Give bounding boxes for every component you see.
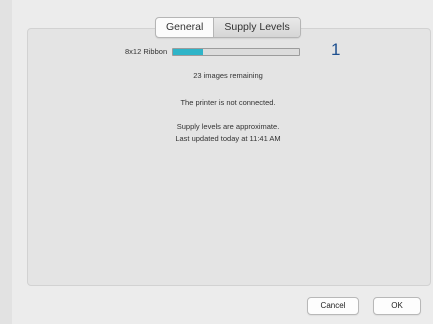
supply-item-row: 8x12 Ribbon [125,47,301,56]
supply-level-bar [172,47,301,56]
cancel-button[interactable]: Cancel [307,297,359,315]
tab-general[interactable]: General [156,18,213,37]
window-edge [0,0,12,324]
tab-supply-levels[interactable]: Supply Levels [213,18,300,37]
callout-number: 1 [331,40,341,59]
connection-status-text: The printer is not connected. [180,98,276,107]
ok-button[interactable]: OK [373,297,421,315]
approximate-note-text: Supply levels are approximate. [176,122,280,131]
images-remaining-text: 23 images remaining [193,71,263,80]
supply-level-fill [173,48,204,55]
printer-supply-levels-window: General Supply Levels 8x12 Ribbon 1 23 i… [0,0,433,324]
tab-bar: General Supply Levels [155,17,301,38]
last-updated-text: Last updated today at 11:41 AM [175,134,281,143]
supply-item-label: 8x12 Ribbon [125,47,168,56]
tab-content-panel [27,28,431,286]
